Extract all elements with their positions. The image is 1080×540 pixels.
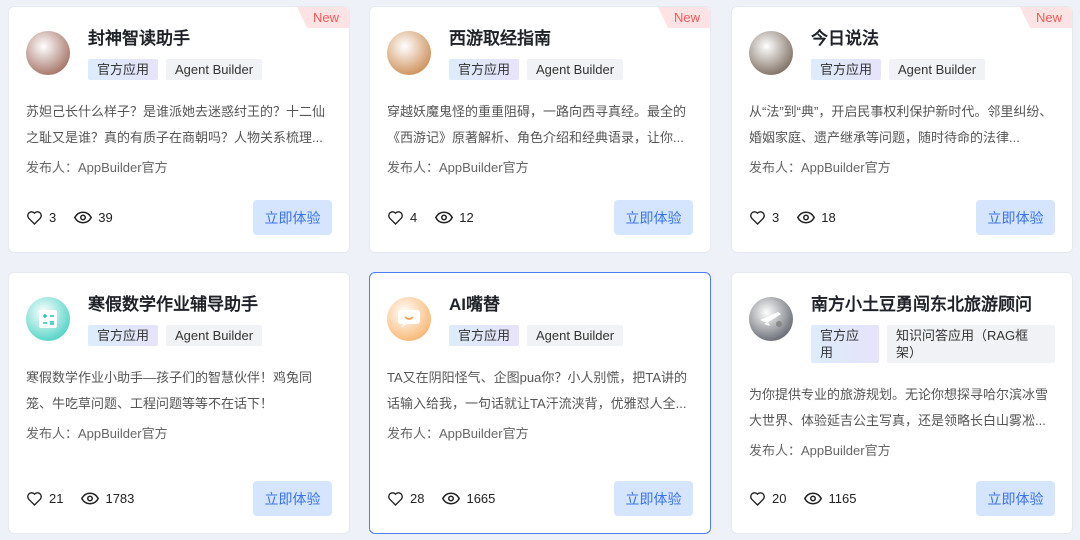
publisher: 发布人：AppBuilder官方 bbox=[387, 160, 529, 175]
try-now-button[interactable]: 立即体验 bbox=[614, 481, 693, 516]
views: 1665 bbox=[442, 491, 495, 506]
calculator-icon bbox=[39, 310, 57, 328]
try-now-button[interactable]: 立即体验 bbox=[253, 481, 332, 516]
views: 1165 bbox=[804, 491, 856, 506]
app-title[interactable]: 封神智读助手 bbox=[88, 27, 332, 51]
app-card[interactable]: New 西游取经指南 官方应用 Agent Builder 穿越妖魔鬼怪的重重阻… bbox=[369, 6, 711, 253]
app-title[interactable]: 西游取经指南 bbox=[449, 27, 693, 51]
new-badge: New bbox=[657, 7, 710, 28]
eye-icon bbox=[81, 492, 100, 505]
tag-type: 知识问答应用（RAG框架） bbox=[887, 325, 1055, 363]
likes[interactable]: 3 bbox=[749, 210, 779, 225]
app-avatar bbox=[387, 31, 431, 75]
likes[interactable]: 3 bbox=[26, 210, 56, 225]
tag-official: 官方应用 bbox=[88, 325, 159, 346]
eye-icon bbox=[797, 211, 816, 224]
tag-type: Agent Builder bbox=[527, 59, 624, 80]
views: 39 bbox=[74, 210, 113, 225]
new-badge: New bbox=[1019, 7, 1072, 28]
app-description: 从“法”到“典”，开启民事权利保护新时代。邻里纠纷、婚姻家庭、遗产继承等问题，随… bbox=[749, 104, 1053, 145]
tag-type: Agent Builder bbox=[166, 59, 263, 80]
likes[interactable]: 21 bbox=[26, 491, 63, 506]
chat-icon bbox=[398, 310, 420, 328]
eye-icon bbox=[435, 211, 454, 224]
views: 18 bbox=[797, 210, 836, 225]
airplane-icon bbox=[760, 312, 782, 327]
app-avatar bbox=[749, 297, 793, 341]
heart-icon bbox=[27, 492, 42, 506]
try-now-button[interactable]: 立即体验 bbox=[976, 200, 1055, 235]
app-description: 穿越妖魔鬼怪的重重阻碍，一路向西寻真经。最全的《西游记》原著解析、角色介绍和经典… bbox=[387, 104, 687, 145]
tag-type: Agent Builder bbox=[166, 325, 263, 346]
tag-type: Agent Builder bbox=[889, 59, 986, 80]
likes[interactable]: 20 bbox=[749, 491, 786, 506]
app-avatar bbox=[387, 297, 431, 341]
app-card[interactable]: 寒假数学作业辅导助手 官方应用 Agent Builder 寒假数学作业小助手—… bbox=[8, 272, 350, 534]
app-card[interactable]: New 今日说法 官方应用 Agent Builder 从“法”到“典”，开启民… bbox=[731, 6, 1073, 253]
views: 1783 bbox=[81, 491, 134, 506]
tag-official: 官方应用 bbox=[449, 59, 520, 80]
publisher: 发布人：AppBuilder官方 bbox=[749, 160, 891, 175]
app-description: TA又在阴阳怪气、企图pua你？小人别慌，把TA讲的话输入给我，一句话就让TA汗… bbox=[387, 370, 687, 411]
eye-icon bbox=[804, 492, 823, 505]
heart-icon bbox=[27, 211, 42, 225]
app-avatar bbox=[26, 297, 70, 341]
likes[interactable]: 28 bbox=[387, 491, 424, 506]
tag-official: 官方应用 bbox=[449, 325, 520, 346]
likes[interactable]: 4 bbox=[387, 210, 417, 225]
app-avatar bbox=[26, 31, 70, 75]
app-description: 为你提供专业的旅游规划。无论你想探寻哈尔滨冰雪大世界、体验延吉公主写真，还是领略… bbox=[749, 387, 1049, 428]
heart-icon bbox=[388, 492, 403, 506]
tag-official: 官方应用 bbox=[811, 325, 879, 363]
app-card[interactable]: New 封神智读助手 官方应用 Agent Builder 苏妲己长什么样子？是… bbox=[8, 6, 350, 253]
heart-icon bbox=[750, 211, 765, 225]
eye-icon bbox=[74, 211, 93, 224]
publisher: 发布人：AppBuilder官方 bbox=[749, 443, 891, 458]
app-title[interactable]: AI嘴替 bbox=[449, 293, 693, 317]
tag-official: 官方应用 bbox=[811, 59, 882, 80]
try-now-button[interactable]: 立即体验 bbox=[976, 481, 1055, 516]
app-card[interactable]: AI嘴替 官方应用 Agent Builder TA又在阴阳怪气、企图pua你？… bbox=[369, 272, 711, 534]
views: 12 bbox=[435, 210, 474, 225]
heart-icon bbox=[388, 211, 403, 225]
new-badge: New bbox=[296, 7, 349, 28]
publisher: 发布人：AppBuilder官方 bbox=[26, 160, 168, 175]
tag-type: Agent Builder bbox=[527, 325, 624, 346]
eye-icon bbox=[442, 492, 461, 505]
heart-icon bbox=[750, 492, 765, 506]
try-now-button[interactable]: 立即体验 bbox=[253, 200, 332, 235]
app-description: 苏妲己长什么样子？是谁派她去迷惑纣王的？十二仙之耻又是谁？真的有质子在商朝吗？人… bbox=[26, 104, 326, 145]
app-card[interactable]: 南方小土豆勇闯东北旅游顾问 官方应用 知识问答应用（RAG框架） 为你提供专业的… bbox=[731, 272, 1073, 534]
app-title[interactable]: 寒假数学作业辅导助手 bbox=[88, 293, 332, 317]
try-now-button[interactable]: 立即体验 bbox=[614, 200, 693, 235]
app-title[interactable]: 南方小土豆勇闯东北旅游顾问 bbox=[811, 293, 1055, 317]
publisher: 发布人：AppBuilder官方 bbox=[26, 426, 168, 441]
tag-official: 官方应用 bbox=[88, 59, 159, 80]
publisher: 发布人：AppBuilder官方 bbox=[387, 426, 529, 441]
app-title[interactable]: 今日说法 bbox=[811, 27, 1055, 51]
app-avatar bbox=[749, 31, 793, 75]
app-description: 寒假数学作业小助手—孩子们的智慧伙伴！鸡兔同笼、牛吃草问题、工程问题等等不在话下… bbox=[26, 370, 313, 411]
